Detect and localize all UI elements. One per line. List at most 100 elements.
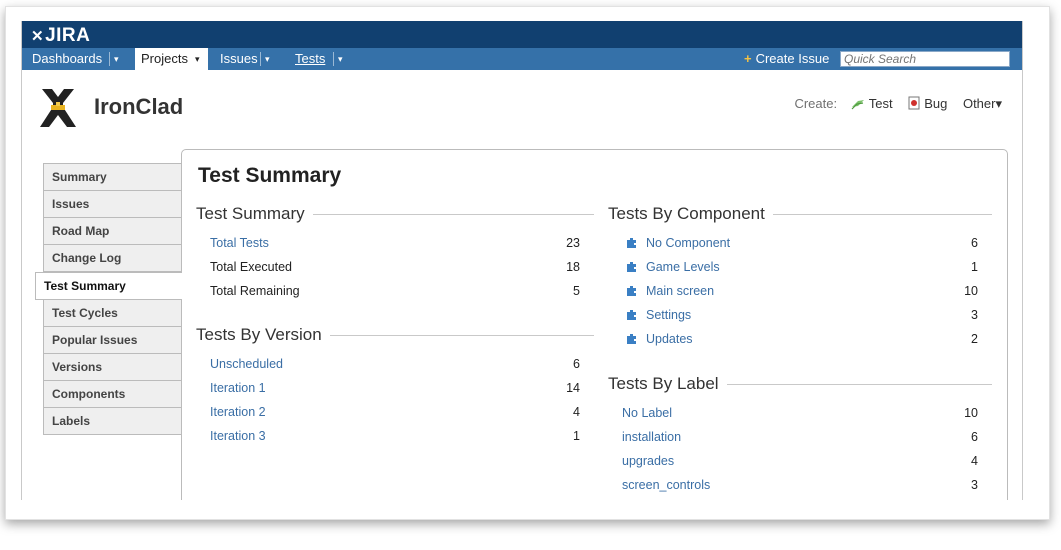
section-heading-text: Tests By Label [608,374,719,393]
create-issue-label: Create Issue [755,51,830,66]
section-divider [726,383,992,385]
component-icon [627,334,636,344]
section-heading-text: Tests By Component [608,204,765,223]
total-tests-link[interactable]: Total Tests [210,231,269,255]
version-row: Iteration 1 14 [196,376,594,400]
nav-separator [109,52,110,66]
component-row: Game Levels 1 [608,255,992,279]
tests-by-version-section: Tests By Version Unscheduled 6 Iteration… [196,324,594,448]
chevron-down-icon[interactable]: ▾ [114,48,119,70]
sidebar-item-summary[interactable]: Summary [43,163,182,191]
version-link[interactable]: Unscheduled [210,352,283,376]
create-label: Create: [794,96,838,111]
sidebar-item-issues[interactable]: Issues [43,191,182,218]
page-title: Test Summary [198,164,342,187]
create-issue-button[interactable]: + Create Issue [744,48,829,70]
version-count: 1 [573,429,580,443]
sidebar-item-components[interactable]: Components [43,381,182,408]
nav-issues[interactable]: Issues ▾ [214,48,278,70]
label-link[interactable]: screen_controls [622,473,710,497]
nav-separator [260,52,261,66]
total-executed-label: Total Executed [210,260,292,274]
summary-row: Total Executed 18 [196,255,594,279]
section-divider [329,334,594,336]
project-sidebar: Summary Issues Road Map Change Log Test … [35,163,182,435]
create-test-label: Test [868,96,893,111]
jira-logo-text: JIRA [45,25,91,46]
total-tests-value: 23 [566,236,580,250]
label-count: 10 [964,406,978,420]
project-name[interactable]: IronClad [94,94,183,120]
component-count: 6 [971,236,978,250]
sidebar-item-road-map[interactable]: Road Map [43,218,182,245]
component-icon [627,310,636,320]
component-count: 3 [971,308,978,322]
label-row: No Label 10 [608,401,992,425]
component-icon [627,238,636,248]
component-link[interactable]: Settings [646,303,691,327]
version-link[interactable]: Iteration 3 [210,424,266,448]
sidebar-item-popular-issues[interactable]: Popular Issues [43,327,182,354]
test-summary-panel: Test Summary Test Summary Total Tests 23… [181,149,1008,500]
sidebar-item-change-log[interactable]: Change Log [43,245,182,272]
jira-logo[interactable]: ✕JIRA [31,25,90,47]
project-avatar-icon[interactable] [36,85,80,129]
component-link[interactable]: Updates [646,327,693,351]
sidebar-item-versions[interactable]: Versions [43,354,182,381]
version-link[interactable]: Iteration 1 [210,376,266,400]
section-heading-text: Tests By Version [196,325,322,344]
nav-tests[interactable]: Tests ▾ [289,48,349,70]
summary-row: Total Tests 23 [196,231,594,255]
section-heading: Tests By Component [608,203,992,225]
section-heading: Tests By Version [196,324,594,346]
component-row: No Component 6 [608,231,992,255]
label-link[interactable]: installation [622,425,681,449]
jira-logo-icon: ✕ [31,28,45,45]
summary-row: Total Remaining 5 [196,279,594,303]
version-count: 4 [573,405,580,419]
chevron-down-icon[interactable]: ▾ [338,48,343,70]
sidebar-item-labels[interactable]: Labels [43,408,182,435]
chevron-down-icon[interactable]: ▾ [195,48,200,70]
label-row: upgrades 4 [608,449,992,473]
component-link[interactable]: Main screen [646,279,714,303]
nav-dashboards-label: Dashboards [32,51,103,66]
sidebar-item-test-summary[interactable]: Test Summary [35,272,182,300]
quick-search-input[interactable] [840,51,1010,67]
total-executed-value: 18 [566,260,580,274]
version-count: 14 [566,381,580,395]
component-link[interactable]: Game Levels [646,255,720,279]
nav-projects[interactable]: Projects ▾ [135,48,208,70]
label-count: 3 [971,478,978,492]
version-link[interactable]: Iteration 2 [210,400,266,424]
version-row: Unscheduled 6 [196,352,594,376]
create-bar: Create: Test Bug Other▾ [794,96,1002,112]
test-icon [851,100,864,110]
version-row: Iteration 2 4 [196,400,594,424]
version-row: Iteration 3 1 [196,424,594,448]
section-heading: Tests By Label [608,373,992,395]
sidebar-item-test-cycles[interactable]: Test Cycles [43,300,182,327]
version-count: 6 [573,357,580,371]
nav-dashboards[interactable]: Dashboards ▾ [22,48,126,70]
tests-by-component-section: Tests By Component No Component 6 Game L… [608,203,992,351]
label-row: screen_controls 3 [608,473,992,497]
component-icon [627,286,636,296]
create-bug-label: Bug [924,96,948,111]
create-bug-link[interactable]: Bug [908,96,951,111]
top-header: ✕JIRA [22,21,1022,48]
create-test-link[interactable]: Test [851,96,896,111]
tests-by-label-section: Tests By Label No Label 10 installation … [608,373,992,497]
component-row: Settings 3 [608,303,992,327]
label-link[interactable]: No Label [622,401,672,425]
bug-icon [908,96,920,110]
component-row: Updates 2 [608,327,992,351]
component-link[interactable]: No Component [646,231,730,255]
chevron-down-icon[interactable]: ▾ [265,48,270,70]
create-other-dropdown[interactable]: Other▾ [963,96,1002,111]
total-remaining-value: 5 [573,284,580,298]
main-nav: Dashboards ▾ Projects ▾ Issues ▾ Tests ▾… [22,48,1022,70]
nav-tests-label: Tests [295,51,326,66]
label-link[interactable]: upgrades [622,449,674,473]
component-icon [627,262,636,272]
